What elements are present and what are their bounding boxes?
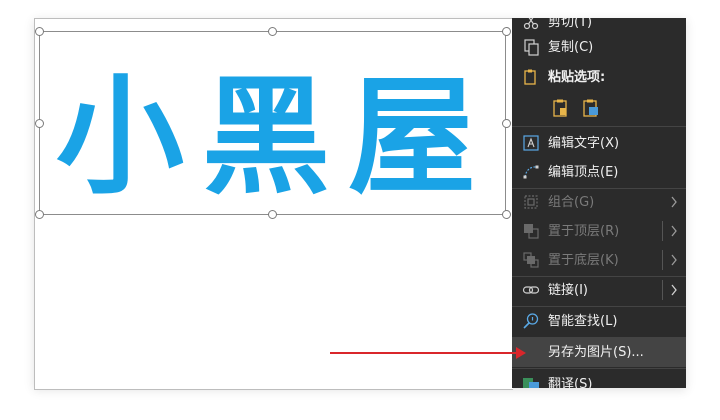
menu-item-smart-lookup[interactable]: 智能查找(L) <box>512 307 686 336</box>
menu-item-send-to-back[interactable]: 置于底层(K) <box>512 246 686 275</box>
resize-handle-top[interactable] <box>268 27 277 36</box>
edit-points-icon <box>523 165 539 179</box>
menu-item-paste-options: 粘贴选项: <box>512 63 686 92</box>
menu-item-save-as-picture[interactable]: 另存为图片(S)... <box>512 338 686 367</box>
menu-item-label: 剪切(T) <box>548 18 593 30</box>
split-divider <box>662 221 663 241</box>
menu-item-label: 复制(C) <box>548 40 594 55</box>
menu-item-label: 置于底层(K) <box>548 253 619 268</box>
group-icon <box>524 195 538 209</box>
annotation-arrow-head <box>516 347 526 359</box>
copy-icon <box>524 39 539 56</box>
translate-icon <box>523 378 539 388</box>
paste-icon <box>524 69 536 85</box>
menu-item-label: 链接(I) <box>548 283 588 298</box>
menu-item-label: 编辑顶点(E) <box>548 165 619 180</box>
menu-item-label: 置于顶层(R) <box>548 224 620 239</box>
menu-item-edit-points[interactable]: 编辑顶点(E) <box>512 158 686 187</box>
resize-handle-top-right[interactable] <box>502 27 511 36</box>
menu-item-edit-text[interactable]: 编辑文字(X) <box>512 129 686 158</box>
bring-front-icon <box>524 224 539 239</box>
split-divider <box>662 250 663 270</box>
menu-item-label: 组合(G) <box>548 195 595 210</box>
menu-item-label: 智能查找(L) <box>548 314 618 329</box>
resize-handle-bottom-right[interactable] <box>502 210 511 219</box>
wordart-text[interactable]: 小黑屋 <box>56 68 496 208</box>
split-divider <box>662 280 663 300</box>
chevron-right-icon <box>671 284 677 296</box>
menu-separator <box>512 126 686 127</box>
paste-keep-icon[interactable] <box>552 98 570 118</box>
search-icon <box>523 313 539 329</box>
send-back-icon <box>523 252 539 268</box>
menu-item-group[interactable]: 组合(G) <box>512 188 686 217</box>
menu-separator <box>512 368 686 369</box>
resize-handle-left[interactable] <box>35 119 44 128</box>
chevron-right-icon <box>671 225 677 237</box>
resize-handle-bottom-left[interactable] <box>35 210 44 219</box>
link-icon <box>522 286 540 294</box>
paste-options-row <box>512 94 686 124</box>
annotation-arrow-line <box>330 352 520 354</box>
menu-item-label: 翻译(S) <box>548 377 593 388</box>
context-menu: 剪切(T) 复制(C) 粘贴选项: 编辑文字(X) 编辑顶点(E) 组合(G) … <box>512 18 686 388</box>
paste-picture-icon[interactable] <box>582 98 600 118</box>
menu-item-link[interactable]: 链接(I) <box>512 276 686 305</box>
edit-text-icon <box>523 135 539 151</box>
chevron-right-icon <box>671 254 677 266</box>
menu-item-translate[interactable]: 翻译(S) <box>512 370 686 388</box>
scissors-icon <box>523 18 539 30</box>
menu-item-label: 编辑文字(X) <box>548 136 620 151</box>
resize-handle-right[interactable] <box>502 119 511 128</box>
resize-handle-top-left[interactable] <box>35 27 44 36</box>
menu-item-label: 另存为图片(S)... <box>548 345 644 360</box>
chevron-right-icon <box>671 196 677 208</box>
menu-item-label: 粘贴选项: <box>548 70 606 85</box>
menu-item-bring-to-front[interactable]: 置于顶层(R) <box>512 217 686 246</box>
menu-item-copy[interactable]: 复制(C) <box>512 33 686 62</box>
